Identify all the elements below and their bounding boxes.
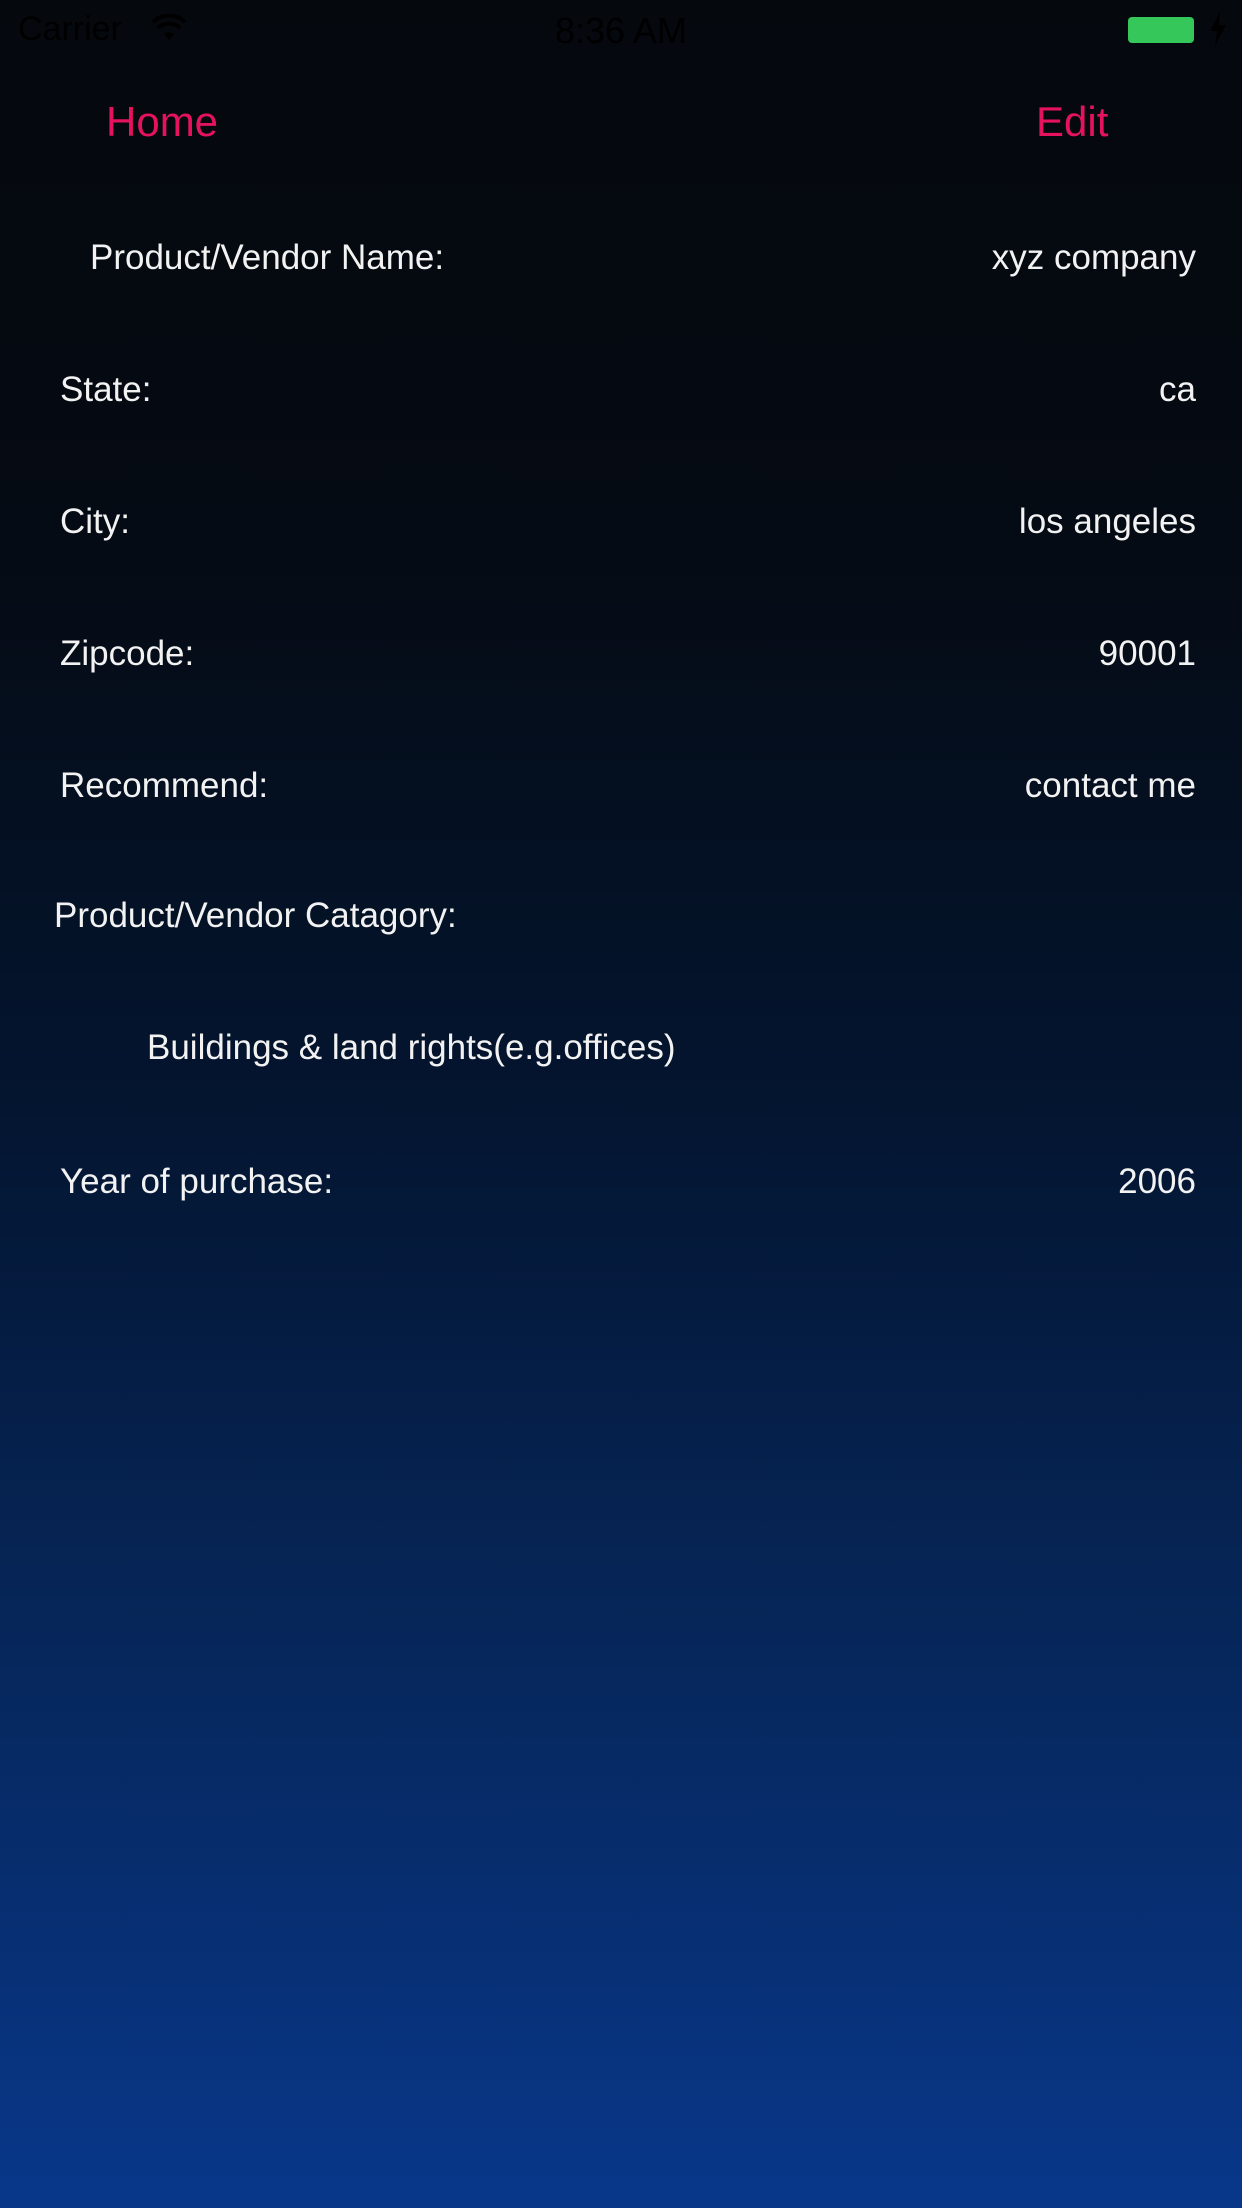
vendor-name-label: Product/Vendor Name:	[90, 238, 445, 277]
status-bar: Carrier 8:36 AM	[0, 0, 1242, 60]
city-label: City:	[60, 502, 130, 541]
zipcode-value: 90001	[1098, 634, 1196, 673]
state-label: State:	[60, 370, 152, 409]
vendor-name-value: xyz company	[991, 238, 1196, 277]
category-value: Buildings & land rights(e.g.offices)	[147, 1028, 676, 1067]
home-button[interactable]: Home	[106, 98, 218, 146]
recommend-value: contact me	[1024, 766, 1196, 805]
recommend-label: Recommend:	[60, 766, 269, 805]
category-label: Product/Vendor Catagory:	[54, 896, 457, 935]
charging-bolt-icon	[1210, 12, 1226, 46]
year-of-purchase-label: Year of purchase:	[60, 1162, 334, 1201]
battery-icon	[1128, 17, 1194, 43]
city-value: los angeles	[1018, 502, 1196, 541]
year-of-purchase-value: 2006	[1118, 1162, 1196, 1201]
edit-button[interactable]: Edit	[1036, 98, 1108, 146]
zipcode-label: Zipcode:	[60, 634, 195, 673]
clock: 8:36 AM	[554, 10, 688, 51]
state-value: ca	[1159, 370, 1196, 409]
